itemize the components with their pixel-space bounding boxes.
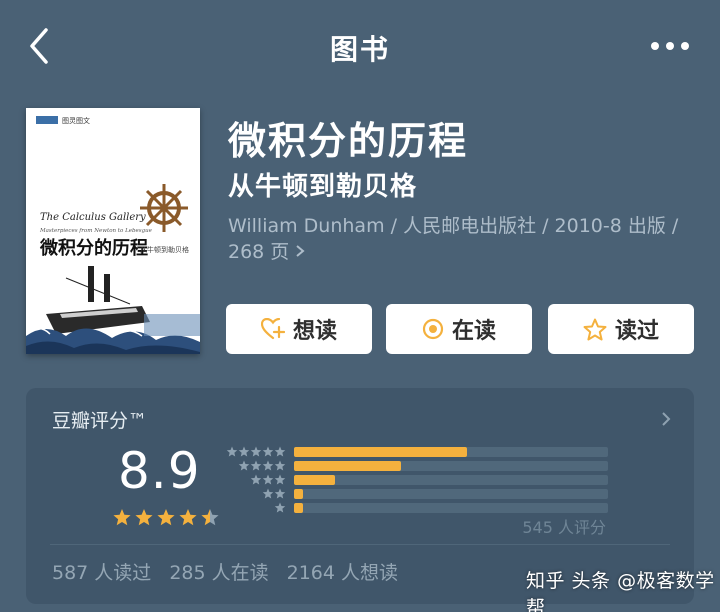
book-subtitle: 从牛顿到勒贝格 <box>228 172 418 202</box>
distribution-stars-1 <box>274 502 286 513</box>
rating-star <box>179 509 197 526</box>
have-read-label: 读过 <box>614 319 659 344</box>
rating-stars <box>113 509 219 526</box>
small-star-icon <box>250 446 262 457</box>
small-star-icon <box>250 474 262 485</box>
stat-want[interactable]: 2164 人想读 <box>287 558 398 585</box>
small-star-icon <box>262 474 274 485</box>
distribution-bar-4 <box>294 461 401 471</box>
watermark: 知乎 头条 @极客数学帮 <box>526 570 715 612</box>
distribution-track <box>294 475 608 485</box>
distribution-bar-2 <box>294 489 303 499</box>
publisher-tag: 图灵图文 <box>62 116 90 125</box>
rating-count[interactable]: 545 人评分 <box>522 514 606 538</box>
star-outline-icon <box>583 318 607 340</box>
heart-plus-icon <box>260 318 285 340</box>
small-star-icon <box>274 488 286 499</box>
more-dots-icon[interactable] <box>650 38 690 54</box>
small-star-icon <box>262 488 274 499</box>
chevron-right-icon[interactable] <box>660 410 672 428</box>
book-cover[interactable]: 图灵图文 The Calculus Gallery Masterpieces f… <box>26 108 200 354</box>
small-star-icon <box>226 446 238 457</box>
distribution-stars-2 <box>262 488 286 499</box>
have-read-button[interactable]: 读过 <box>548 304 694 354</box>
distribution-stars-3 <box>250 474 286 485</box>
stat-reading[interactable]: 285 人在读 <box>169 558 268 585</box>
distribution-stars-4 <box>238 460 286 471</box>
divider <box>50 544 670 545</box>
book-meta-pages: 268 页 <box>228 241 290 263</box>
distribution-bar-5 <box>294 447 467 457</box>
reader-stats: 587 人读过 285 人在读 2164 人想读 <box>52 558 398 585</box>
top-nav-bar: 图书 <box>0 0 720 92</box>
distribution-track <box>294 489 608 499</box>
small-star-icon <box>250 460 262 471</box>
want-to-read-label: 想读 <box>292 319 337 344</box>
distribution-track <box>294 461 608 471</box>
rating-star <box>201 509 219 526</box>
small-star-icon <box>274 460 286 471</box>
rating-score: 8.9 <box>118 442 201 500</box>
small-star-icon <box>238 460 250 471</box>
stat-read[interactable]: 587 人读过 <box>52 558 151 585</box>
page-title: 图书 <box>329 33 390 66</box>
cover-english-subtitle: Masterpieces from Newton to Lebesgue <box>39 228 153 234</box>
rating-card-title: 豆瓣评分™ <box>52 410 148 432</box>
book-meta-line1: William Dunham / 人民邮电出版社 / 2010-8 出版 / <box>228 215 679 237</box>
book-title: 微积分的历程 <box>228 119 469 163</box>
cover-chinese-subtitle: 从牛顿到勒贝格 <box>140 245 189 254</box>
distribution-bar-1 <box>294 503 303 513</box>
chevron-right-icon <box>295 239 305 265</box>
distribution-track <box>294 503 608 513</box>
distribution-track <box>294 447 608 457</box>
rating-star <box>157 509 175 526</box>
small-star-icon <box>274 446 286 457</box>
cover-chinese-title: 微积分的历程 <box>39 237 148 259</box>
want-to-read-button[interactable]: 想读 <box>226 304 372 354</box>
rating-star <box>135 509 153 526</box>
book-meta[interactable]: William Dunham / 人民邮电出版社 / 2010-8 出版 / 2… <box>228 213 690 265</box>
rating-star <box>113 509 131 526</box>
small-star-icon <box>238 446 250 457</box>
small-star-icon <box>262 460 274 471</box>
circle-dot-icon <box>422 318 444 340</box>
distribution-stars-5 <box>226 446 286 457</box>
ship-wheel-icon <box>140 184 188 232</box>
cover-english-title: The Calculus Gallery <box>40 212 146 223</box>
distribution-bar-3 <box>294 475 335 485</box>
small-star-icon <box>274 474 286 485</box>
small-star-icon <box>274 502 286 513</box>
reading-button[interactable]: 在读 <box>386 304 532 354</box>
publisher-logo <box>36 116 58 124</box>
reading-label: 在读 <box>451 319 496 344</box>
small-star-icon <box>262 446 274 457</box>
